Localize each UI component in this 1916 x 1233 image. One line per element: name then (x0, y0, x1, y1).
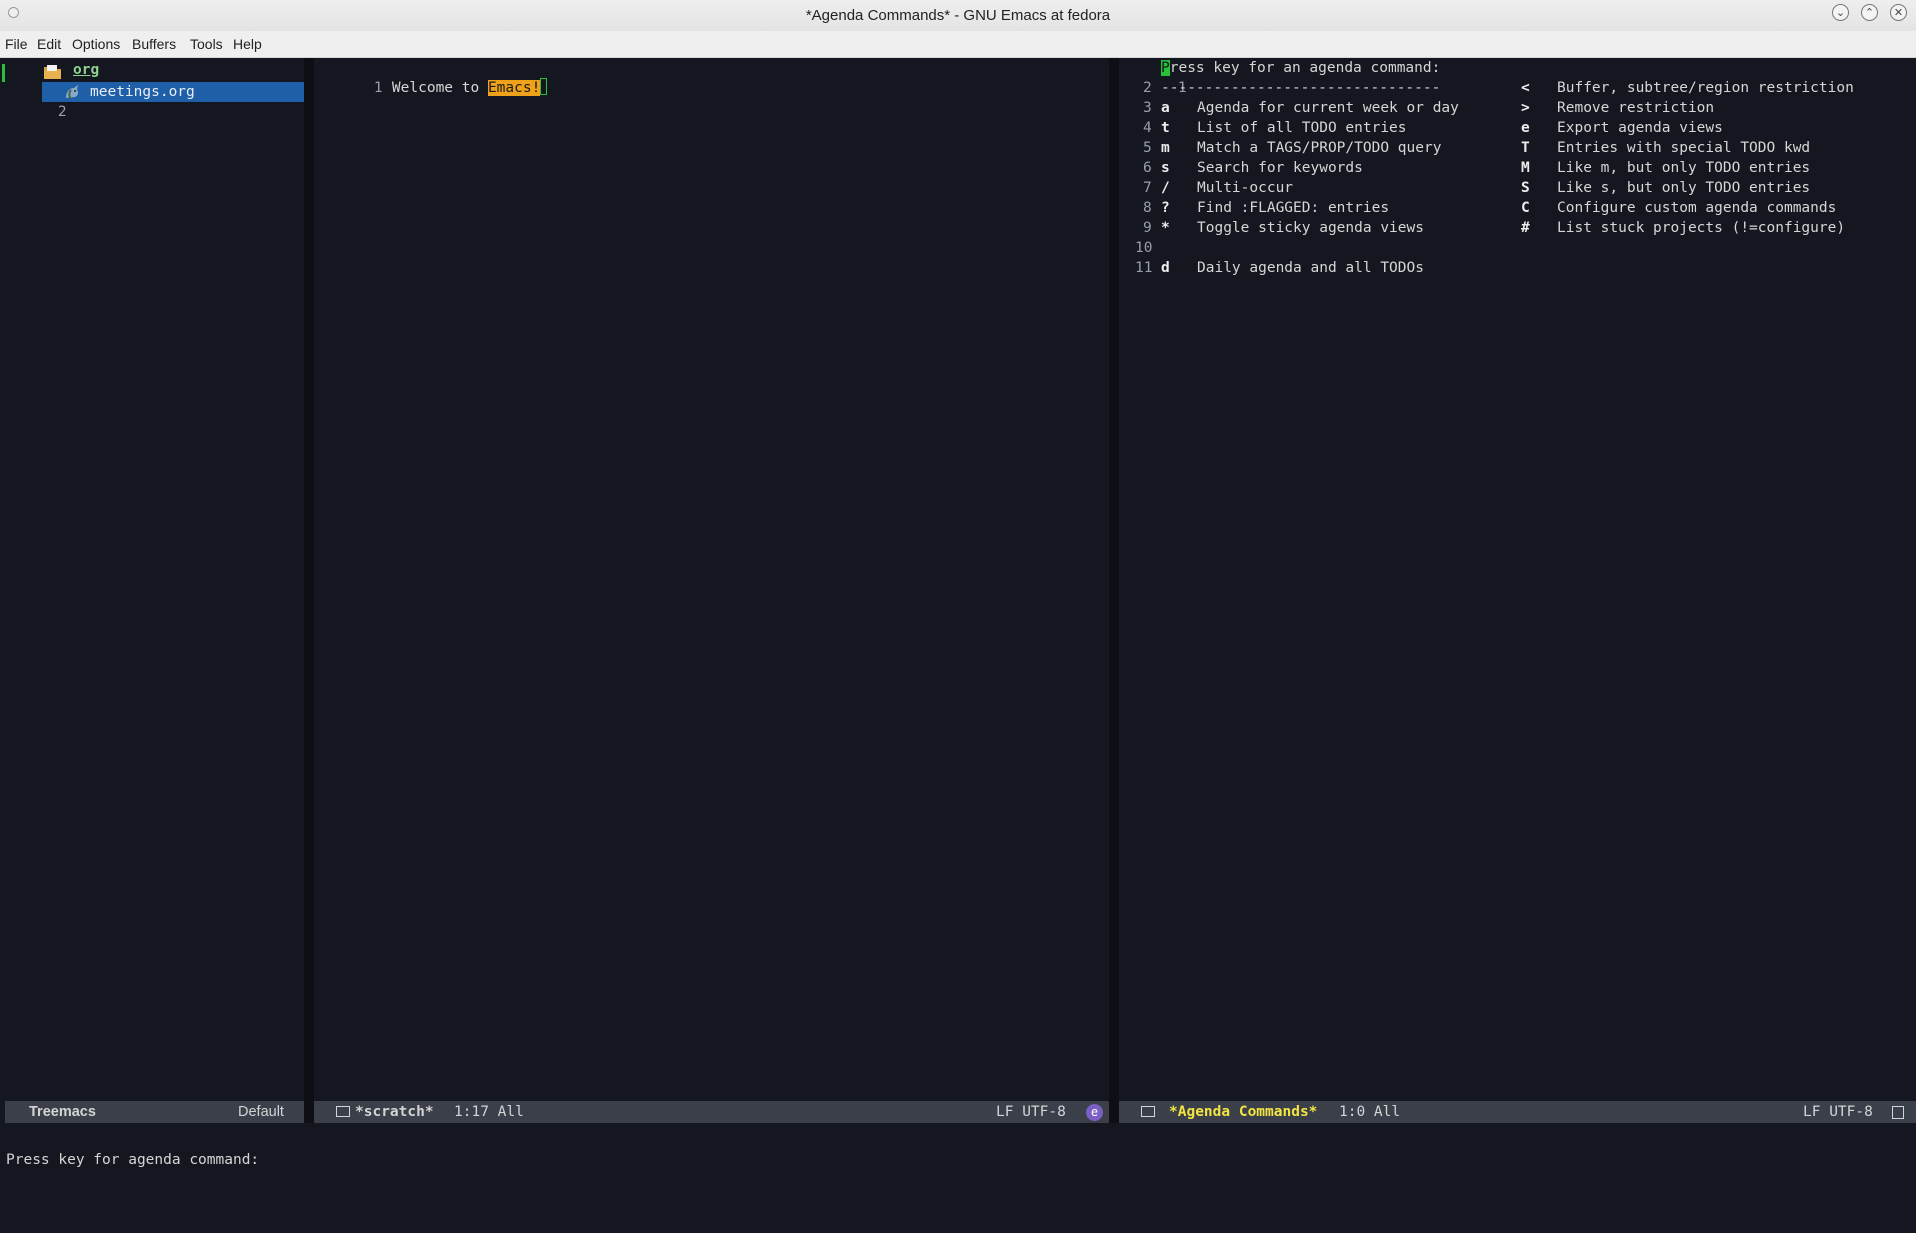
minibuffer-prompt: Press key for agenda command: (6, 1152, 260, 1168)
scratch-pane[interactable]: 1 Welcome to Emacs! (314, 58, 1109, 1100)
agenda-key[interactable]: * (1161, 218, 1170, 238)
window-title: *Agenda Commands* - GNU Emacs at fedora (805, 7, 1111, 24)
line-number: 5 (1143, 140, 1152, 156)
minimize-button[interactable]: ⌄ (1832, 4, 1849, 21)
treemacs-workspace: Default (238, 1104, 284, 1120)
agenda-desc: Entries with special TODO kwd (1557, 140, 1811, 156)
line-number: 11 (1135, 260, 1153, 276)
buffer-icon (336, 1106, 350, 1117)
line-number: 7 (1143, 180, 1152, 196)
scratch-buffer-name: *scratch* (355, 1104, 434, 1120)
org-unicorn-icon (63, 84, 81, 100)
window-divider-2[interactable] (1109, 58, 1119, 1123)
buffer-icon (1141, 1106, 1155, 1117)
agenda-key[interactable]: t (1161, 118, 1170, 138)
treemacs-fringe-indicator (2, 64, 5, 82)
agenda-key[interactable]: < (1521, 78, 1530, 98)
agenda-key[interactable]: d (1161, 258, 1170, 278)
window-divider[interactable] (304, 58, 314, 1123)
line-number: 3 (1143, 100, 1152, 116)
line-number: 9 (1143, 220, 1152, 236)
agenda-pane[interactable]: 1 Press key for an agenda command: 2 ---… (1119, 58, 1916, 1100)
scratch-encoding: LF UTF-8 (996, 1104, 1066, 1120)
file-icon (1892, 1106, 1904, 1119)
treemacs-modeline-name: Treemacs (29, 1104, 96, 1120)
folder-icon (43, 63, 63, 80)
agenda-desc: List stuck projects (!=configure) (1557, 220, 1846, 236)
org-folder-label[interactable]: org (73, 60, 99, 80)
agenda-key[interactable]: a (1161, 98, 1170, 118)
agenda-prompt: Press key for an agenda command: (1161, 58, 1440, 78)
scratch-text-prefix: Welcome to (391, 80, 488, 96)
agenda-desc: List of all TODO entries (1197, 120, 1407, 136)
agenda-cursor: P (1161, 60, 1170, 76)
agenda-key[interactable]: s (1161, 158, 1170, 178)
menu-file[interactable]: File (5, 31, 28, 57)
line-number: 8 (1143, 200, 1152, 216)
agenda-desc: Search for keywords (1197, 160, 1363, 176)
agenda-desc: Toggle sticky agenda views (1197, 220, 1424, 236)
menu-edit[interactable]: Edit (37, 31, 61, 57)
agenda-key[interactable]: m (1161, 138, 1170, 158)
line-number: 2 (57, 104, 67, 120)
agenda-desc: Configure custom agenda commands (1557, 200, 1837, 216)
close-button[interactable]: ✕ (1890, 4, 1907, 21)
treemacs-row-meetings[interactable]: 2 (23, 82, 67, 120)
scratch-cursor (540, 78, 548, 95)
menu-options[interactable]: Options (72, 31, 120, 57)
menu-tools[interactable]: Tools (190, 31, 223, 57)
agenda-desc: Find :FLAGGED: entries (1197, 200, 1390, 216)
menu-buffers[interactable]: Buffers (132, 31, 176, 57)
line-number: 10 (1135, 240, 1153, 256)
agenda-desc: Multi-occur (1197, 180, 1294, 196)
scratch-modeline: *scratch* 1:17 All LF UTF-8 e (314, 1101, 1109, 1123)
treemacs-modeline: Treemacs Default (5, 1101, 304, 1123)
agenda-prompt-text: ress key for an agenda command: (1169, 60, 1441, 76)
agenda-desc: Remove restriction (1557, 100, 1715, 116)
agenda-key[interactable]: S (1521, 178, 1530, 198)
emacs-logo-icon: e (1086, 1104, 1103, 1121)
agenda-encoding: LF UTF-8 (1803, 1104, 1873, 1120)
agenda-key[interactable]: T (1521, 138, 1530, 158)
agenda-modeline: *Agenda Commands* 1:0 All LF UTF-8 (1119, 1101, 1916, 1123)
agenda-key[interactable]: / (1161, 178, 1170, 198)
agenda-desc: Like s, but only TODO entries (1557, 180, 1811, 196)
agenda-key[interactable]: C (1521, 198, 1530, 218)
agenda-key[interactable]: e (1521, 118, 1530, 138)
line-number: 2 (1143, 80, 1152, 96)
agenda-buffer-name: *Agenda Commands* (1169, 1104, 1318, 1120)
menu-help[interactable]: Help (233, 31, 262, 57)
minibuffer[interactable]: Press key for agenda command: (0, 1124, 1916, 1168)
agenda-position: 1:0 All (1339, 1104, 1401, 1120)
agenda-key[interactable]: > (1521, 98, 1530, 118)
menu-bar: File Edit Options Buffers Tools Help (0, 31, 1916, 58)
agenda-desc: Buffer, subtree/region restriction (1557, 80, 1854, 96)
meetings-org-label[interactable]: meetings.org (90, 82, 195, 102)
title-bar: *Agenda Commands* - GNU Emacs at fedora … (0, 0, 1916, 31)
agenda-separator: -------------------------------- (1161, 80, 1441, 96)
agenda-key[interactable]: M (1521, 158, 1530, 178)
agenda-key[interactable]: # (1521, 218, 1530, 238)
line-number: 6 (1143, 160, 1152, 176)
agenda-desc: Agenda for current week or day (1197, 100, 1459, 116)
maximize-button[interactable]: ⌃ (1861, 4, 1878, 21)
scratch-text: Welcome to Emacs! (357, 58, 548, 96)
scratch-position: 1:17 All (454, 1104, 524, 1120)
agenda-desc: Match a TAGS/PROP/TODO query (1197, 140, 1442, 156)
agenda-desc: Daily agenda and all TODOs (1197, 260, 1424, 276)
agenda-desc: Export agenda views (1557, 120, 1723, 136)
agenda-desc: Like m, but only TODO entries (1557, 160, 1811, 176)
agenda-key[interactable]: ? (1161, 198, 1170, 218)
treemacs-pane[interactable]: 1 org 2 meetings.org (2, 58, 304, 1100)
scratch-highlight: Emacs! (487, 80, 541, 96)
line-number: 4 (1143, 120, 1152, 136)
